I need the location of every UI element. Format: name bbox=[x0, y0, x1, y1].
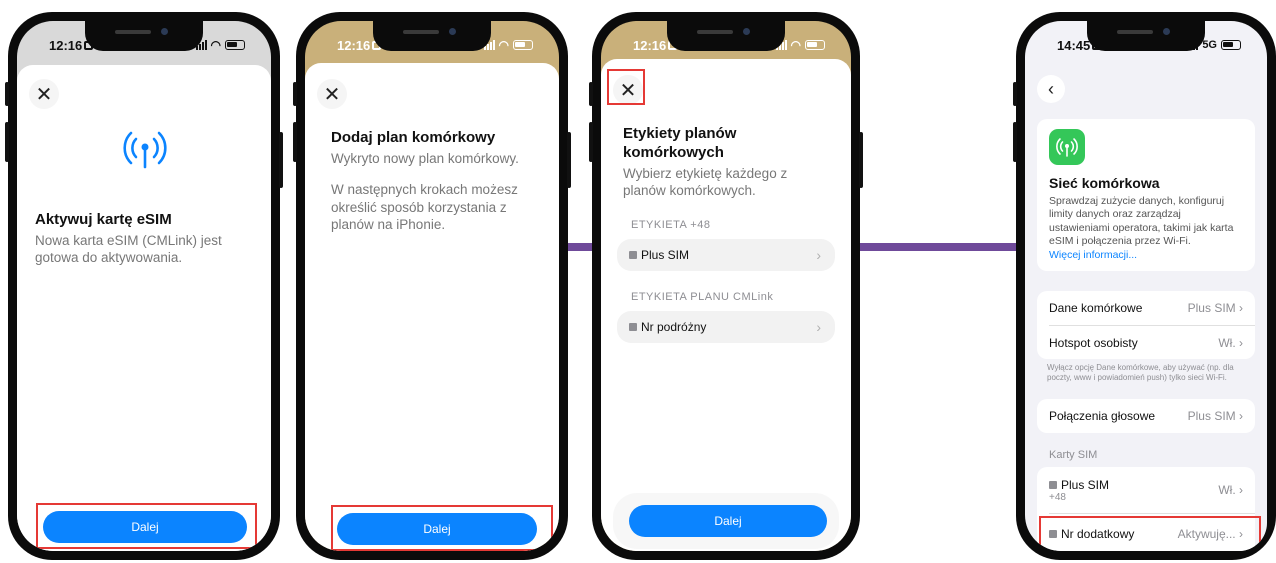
row-value: Plus SIM bbox=[1187, 409, 1236, 423]
page-description: Sprawdzaj zużycie danych, konfiguruj lim… bbox=[1049, 194, 1234, 248]
section-label: ETYKIETA +48 bbox=[631, 219, 711, 231]
connector-line bbox=[858, 243, 1020, 251]
phone-3-screen: 12:16 ◠ ✕ Etykiety planów komórkowych Wy… bbox=[601, 21, 851, 551]
wifi-icon: ◠ bbox=[210, 38, 221, 52]
antenna-signal-icon bbox=[123, 131, 167, 169]
phone-4-screen: 14:45 5G ‹ Sieć komórkowa Sprawdzaj zuży… bbox=[1025, 21, 1267, 551]
chevron-right-icon: › bbox=[1239, 409, 1243, 423]
row-value: Wł. bbox=[1218, 335, 1236, 350]
row-value: Plus SIM bbox=[1187, 301, 1236, 315]
page-subtitle: Wybierz etykietę każdego z planów komórk… bbox=[623, 165, 788, 199]
row-label: Dane komórkowe bbox=[1049, 301, 1143, 315]
sim-icon bbox=[1049, 480, 1057, 489]
more-info-link[interactable]: Więcej informacji... bbox=[1049, 249, 1243, 261]
chevron-right-icon: › bbox=[1239, 301, 1243, 315]
add-plan-sheet: ✕ Dodaj plan komórkowy Wykryto nowy plan… bbox=[305, 63, 559, 551]
status-time: 14:45 bbox=[1057, 37, 1091, 53]
plan-label-value: Plus SIM bbox=[641, 248, 690, 262]
page-title: Aktywuj kartę eSIM bbox=[35, 211, 172, 228]
plan-label-row-plus[interactable]: Plus SIM › bbox=[617, 239, 835, 271]
highlight-box bbox=[331, 505, 553, 551]
chevron-right-icon: › bbox=[816, 247, 821, 263]
close-icon: ✕ bbox=[323, 83, 341, 106]
close-button[interactable]: ✕ bbox=[29, 79, 59, 109]
wifi-icon: ◠ bbox=[790, 38, 801, 52]
phone-2-screen: 12:16 ◠ ✕ Dodaj plan komórkowy Wykryto n… bbox=[305, 21, 559, 551]
sim-icon bbox=[629, 323, 637, 331]
sim-section-title: Karty SIM bbox=[1049, 449, 1098, 461]
highlight-box bbox=[607, 69, 645, 105]
settings-row-cellular-data[interactable]: Dane komórkowe Plus SIM › bbox=[1037, 291, 1255, 325]
highlight-box bbox=[1039, 516, 1261, 551]
sim-name: Plus SIM bbox=[1061, 477, 1110, 492]
voice-calls-group: Połączenia głosowe Plus SIM › bbox=[1037, 399, 1255, 433]
sim-row-plus[interactable]: Plus SIM +48 Wł. › bbox=[1037, 467, 1255, 513]
battery-icon bbox=[225, 40, 245, 50]
close-button[interactable]: ✕ bbox=[317, 79, 347, 109]
footnote: Wyłącz opcję Dane komórkowe, aby używać … bbox=[1047, 363, 1234, 383]
cellular-app-icon bbox=[1049, 129, 1085, 165]
phone-1: 12:16 ◠ ✕ Aktywuj kartę eSIM Nowa karta … bbox=[5, 12, 283, 560]
section-label: ETYKIETA PLANU CMLink bbox=[631, 291, 774, 303]
wifi-icon: ◠ bbox=[498, 38, 509, 52]
page-title: Sieć komórkowa bbox=[1049, 175, 1160, 191]
next-button[interactable]: Dalej bbox=[629, 505, 827, 537]
page-description: Nowa karta eSIM (CMLink) jest gotowa do … bbox=[35, 232, 222, 266]
status-time: 12:16 bbox=[49, 37, 83, 53]
row-value: Wł. bbox=[1218, 483, 1236, 497]
page-subtitle: Wykryto nowy plan komórkowy. bbox=[331, 150, 519, 166]
chevron-right-icon: › bbox=[816, 319, 821, 335]
plan-labels-sheet: ✕ Etykiety planów komórkowych Wybierz et… bbox=[601, 59, 851, 551]
battery-icon bbox=[805, 40, 825, 50]
battery-icon bbox=[1221, 40, 1241, 50]
back-button[interactable]: ‹ bbox=[1037, 75, 1065, 103]
status-time: 12:16 bbox=[337, 37, 371, 53]
settings-row-voice[interactable]: Połączenia głosowe Plus SIM › bbox=[1037, 399, 1255, 433]
page-title: Etykiety planów komórkowych bbox=[623, 125, 737, 161]
settings-row-hotspot[interactable]: Hotspot osobisty Wł. › bbox=[1037, 326, 1255, 359]
battery-icon bbox=[513, 40, 533, 50]
cellular-info-card: Sieć komórkowa Sprawdzaj zużycie danych,… bbox=[1037, 119, 1255, 271]
network-type: 5G bbox=[1202, 39, 1217, 51]
sim-icon bbox=[629, 251, 637, 259]
row-label: Hotspot osobisty bbox=[1049, 335, 1138, 350]
phone-3: 12:16 ◠ ✕ Etykiety planów komórkowych Wy… bbox=[589, 12, 863, 560]
page-title: Dodaj plan komórkowy bbox=[331, 129, 496, 146]
activation-sheet: ✕ Aktywuj kartę eSIM Nowa karta eSIM (CM… bbox=[17, 65, 271, 551]
phone-4: 14:45 5G ‹ Sieć komórkowa Sprawdzaj zuży… bbox=[1013, 12, 1276, 560]
sim-number: +48 bbox=[1049, 491, 1066, 503]
cellular-settings-group: Dane komórkowe Plus SIM › Hotspot osobis… bbox=[1037, 291, 1255, 359]
plan-label-value: Nr podróżny bbox=[641, 320, 707, 334]
chevron-left-icon: ‹ bbox=[1048, 78, 1054, 99]
plan-label-row-cmlink[interactable]: Nr podróżny › bbox=[617, 311, 835, 343]
highlight-box bbox=[36, 503, 257, 549]
row-label: Połączenia głosowe bbox=[1049, 409, 1156, 423]
phone-2: 12:16 ◠ ✕ Dodaj plan komórkowy Wykryto n… bbox=[293, 12, 571, 560]
status-time: 12:16 bbox=[633, 37, 667, 53]
chevron-right-icon: › bbox=[1239, 335, 1243, 350]
close-icon: ✕ bbox=[35, 83, 53, 106]
phone-1-screen: 12:16 ◠ ✕ Aktywuj kartę eSIM Nowa karta … bbox=[17, 21, 271, 551]
page-description: W następnych krokach możesz określić spo… bbox=[331, 182, 518, 233]
chevron-right-icon: › bbox=[1239, 483, 1243, 497]
